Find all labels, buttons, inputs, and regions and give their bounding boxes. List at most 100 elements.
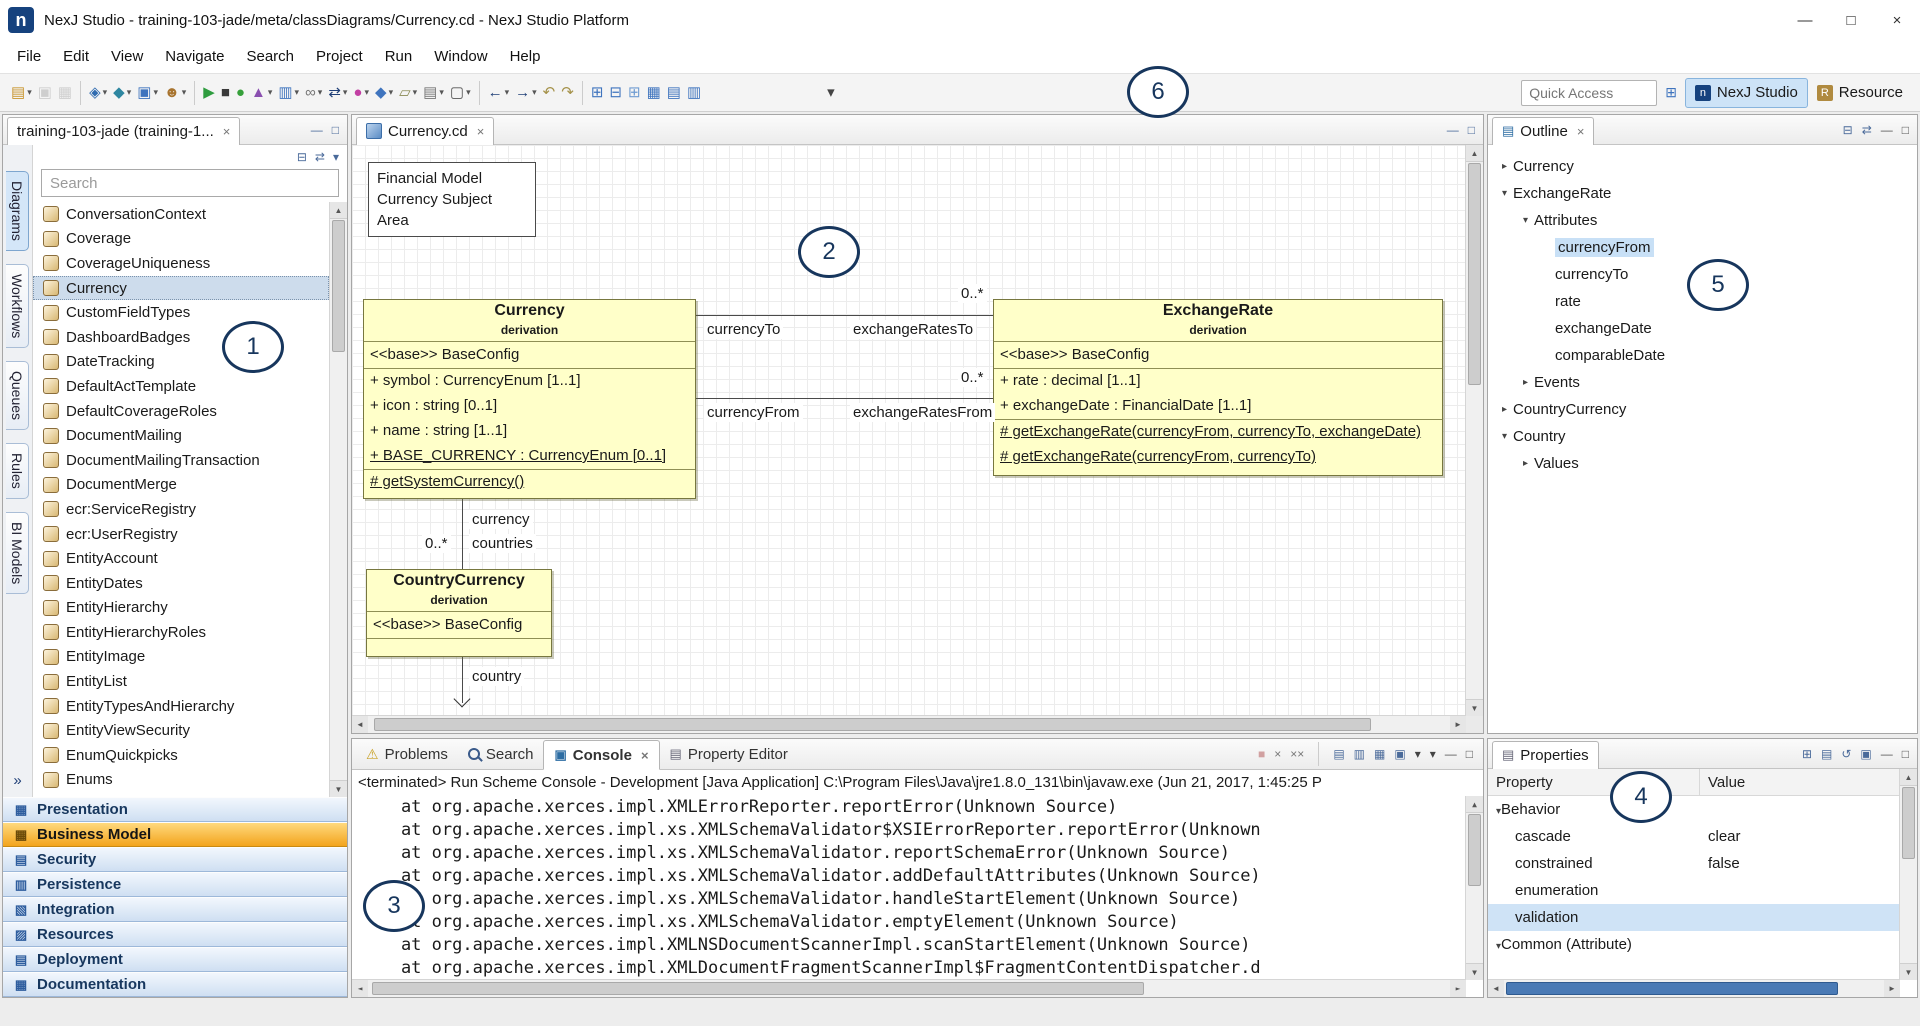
list-item[interactable]: EntityAccount (33, 546, 329, 571)
maximize-view-icon[interactable]: □ (1902, 123, 1909, 137)
dropdown-arrow-icon[interactable]: ▾ (413, 87, 418, 98)
dropdown-arrow-icon[interactable]: ▾ (364, 87, 369, 98)
scroll-up-icon[interactable]: ▲ (1466, 796, 1483, 813)
navigator-scrollbar[interactable]: ▲ ▼ (329, 202, 347, 797)
tab-rules[interactable]: Rules (6, 443, 29, 499)
save-icon[interactable]: ▣ (35, 80, 55, 106)
user-login-icon[interactable]: ☻▾ (161, 80, 189, 106)
menu-help[interactable]: Help (499, 43, 552, 70)
tree-item-attributes[interactable]: ▾Attributes (1488, 207, 1917, 234)
format-icon[interactable]: ◆▾ (372, 80, 396, 106)
scroll-down-icon[interactable]: ▼ (1466, 699, 1483, 716)
console-vertical-scrollbar[interactable]: ▲ ▼ (1465, 796, 1483, 980)
property-value[interactable]: clear (1700, 828, 1917, 845)
save-all-icon[interactable]: ▦ (55, 80, 75, 106)
collapse-all-icon[interactable]: ⊟ (1843, 123, 1853, 137)
list-item[interactable]: ConversationContext (33, 202, 329, 227)
layer-security[interactable]: ▤Security (3, 847, 347, 872)
class-box-country-currency[interactable]: CountryCurrency derivation <<base>> Base… (366, 569, 552, 657)
dropdown-arrow-icon[interactable]: ▾ (532, 87, 537, 98)
list-item[interactable]: ecr:UserRegistry (33, 522, 329, 547)
association-line-exchangeRatesFrom[interactable] (696, 398, 993, 399)
tab-workflows[interactable]: Workflows (6, 264, 29, 348)
menu-view[interactable]: View (100, 43, 154, 70)
tab-queues[interactable]: Queues (6, 361, 29, 430)
class-box-exchange-rate[interactable]: ExchangeRate derivation <<base>> BaseCon… (993, 299, 1443, 476)
list-item[interactable]: ecr:ServiceRegistry (33, 497, 329, 522)
dropdown-arrow-icon[interactable]: ▾ (268, 87, 273, 98)
list-item[interactable]: EntityViewSecurity (33, 718, 329, 743)
editor-vertical-scrollbar[interactable]: ▲ ▼ (1465, 145, 1483, 716)
property-value[interactable]: false (1700, 855, 1917, 872)
grid-view-icon[interactable]: ▤ (664, 80, 684, 106)
scrollbar-thumb[interactable] (374, 718, 1371, 731)
open-console-icon[interactable]: ▾ (1430, 747, 1436, 761)
class-box-currency[interactable]: Currency derivation <<base>> BaseConfig … (363, 299, 696, 499)
archive-icon[interactable]: ▥▾ (275, 80, 302, 106)
collapse-icon[interactable]: ▾ (1496, 188, 1513, 199)
dropdown-arrow-icon[interactable]: ▾ (343, 87, 348, 98)
list-item[interactable]: EntityDates (33, 571, 329, 596)
display-selected-console-icon[interactable]: ▾ (1415, 747, 1421, 761)
scroll-up-icon[interactable]: ▲ (1900, 769, 1917, 786)
expand-icon[interactable]: ▸ (1517, 458, 1534, 469)
role-label-currencyTo[interactable]: currencyTo (704, 320, 783, 339)
toolbar-overflow-icon[interactable]: ▾ (824, 80, 838, 106)
expand-icon[interactable]: ▸ (1496, 161, 1513, 172)
dropdown-arrow-icon[interactable]: ▾ (182, 87, 187, 98)
metadata-upgrade-icon[interactable]: ◆▾ (110, 80, 134, 106)
link-icon[interactable]: ∞▾ (302, 80, 325, 106)
collapse-icon[interactable]: ▾ (1517, 215, 1534, 226)
new-wizard-icon[interactable]: ▤▾ (8, 80, 35, 106)
copy-model-icon[interactable]: ▤▾ (420, 80, 447, 106)
scrollbar-thumb[interactable] (332, 220, 345, 352)
tree-item-country-currency[interactable]: ▸CountryCurrency (1488, 396, 1917, 423)
editor-horizontal-scrollbar[interactable]: ◄ ► (352, 715, 1466, 733)
list-item[interactable]: CustomFieldTypes (33, 300, 329, 325)
role-label-countries[interactable]: countries (469, 534, 536, 553)
role-label-exchangeRatesTo[interactable]: exchangeRatesTo (850, 320, 976, 339)
dropdown-arrow-icon[interactable]: ▾ (439, 87, 444, 98)
close-icon[interactable]: × (1577, 124, 1585, 139)
show-advanced-icon[interactable]: ▤ (1821, 747, 1832, 761)
view-menu-icon[interactable]: ▾ (333, 150, 339, 164)
minimize-view-icon[interactable]: — (1447, 123, 1459, 137)
class-operation[interactable]: # getExchangeRate(currencyFrom, currency… (994, 445, 1442, 470)
tab-bi-models[interactable]: BI Models (6, 512, 29, 594)
class-attribute[interactable]: + symbol : CurrencyEnum [1..1] (364, 369, 695, 394)
list-item[interactable]: Coverage (33, 227, 329, 252)
class-attribute[interactable]: + name : string [1..1] (364, 419, 695, 444)
undo-icon[interactable]: ↶ (540, 80, 559, 106)
minimize-view-icon[interactable]: — (1445, 747, 1457, 761)
maximize-button[interactable]: □ (1828, 0, 1874, 40)
expand-icon[interactable]: ▸ (1517, 377, 1534, 388)
list-item[interactable]: EntityHierarchy (33, 596, 329, 621)
scroll-left-icon[interactable]: ◄ (352, 716, 368, 733)
minimize-view-icon[interactable]: — (1881, 747, 1893, 761)
dropdown-arrow-icon[interactable]: ▾ (153, 87, 158, 98)
menu-file[interactable]: File (6, 43, 52, 70)
perspective-resource[interactable]: R Resource (1808, 79, 1912, 107)
class-operation[interactable]: # getSystemCurrency() (364, 470, 695, 495)
close-icon[interactable]: × (641, 748, 649, 763)
tab-diagrams[interactable]: Diagrams (6, 171, 29, 251)
scroll-left-icon[interactable]: ◄ (352, 980, 368, 997)
edit-model-icon[interactable]: ▱▾ (396, 80, 420, 106)
layer-deployment[interactable]: ▤Deployment (3, 947, 347, 972)
show-categories-icon[interactable]: ⊞ (1802, 747, 1812, 761)
list-item[interactable]: DocumentMerge (33, 473, 329, 498)
outline-tab[interactable]: ▤ Outline × (1492, 117, 1594, 145)
dropdown-arrow-icon[interactable]: ▾ (505, 87, 510, 98)
table-view-icon[interactable]: ▦ (644, 80, 664, 106)
editor-tab-currency-cd[interactable]: Currency.cd × (356, 117, 494, 145)
role-label-country[interactable]: country (469, 667, 524, 686)
dropdown-arrow-icon[interactable]: ▾ (127, 87, 132, 98)
minimize-view-icon[interactable]: — (1881, 123, 1893, 137)
dropdown-arrow-icon[interactable]: ▾ (295, 87, 300, 98)
scrollbar-thumb[interactable] (1468, 163, 1481, 385)
scroll-left-icon[interactable]: ◄ (1488, 980, 1504, 997)
role-label-exchangeRatesFrom[interactable]: exchangeRatesFrom (850, 403, 995, 422)
minimize-view-icon[interactable]: — (311, 123, 323, 137)
layer-business-model[interactable]: ▦Business Model (3, 822, 347, 847)
tree-item-exchange-rate[interactable]: ▾ExchangeRate (1488, 180, 1917, 207)
